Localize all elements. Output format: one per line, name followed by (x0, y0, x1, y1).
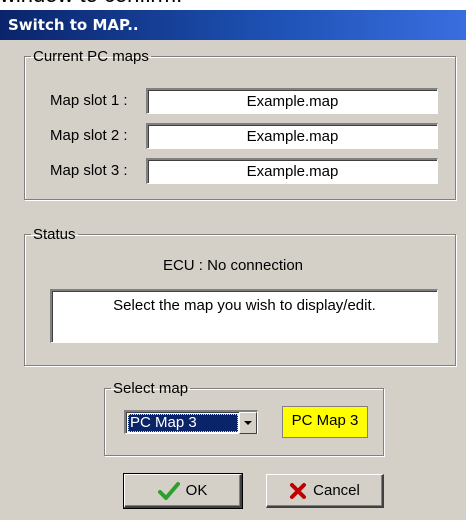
map-slot-1-field[interactable]: Example.map (146, 88, 438, 114)
current-maps-legend: Current PC maps (33, 48, 149, 65)
map-select-value: PC Map 3 (128, 414, 238, 432)
ecu-status: ECU : No connection (162, 257, 304, 274)
chevron-down-icon[interactable] (239, 412, 257, 434)
background-text: window to confirm. (0, 0, 182, 8)
dialog-body: Current PC maps Map slot 1 : Example.map… (0, 40, 466, 520)
selected-map-indicator: PC Map 3 (282, 406, 368, 438)
cancel-label: Cancel (313, 482, 360, 499)
ok-button[interactable]: OK (123, 473, 243, 509)
window-title: Switch to MAP.. (0, 10, 466, 40)
map-slot-2-field[interactable]: Example.map (146, 123, 438, 149)
cancel-button[interactable]: Cancel (266, 474, 384, 508)
map-select-dropdown[interactable]: PC Map 3 (124, 410, 258, 434)
map-slot-2-label: Map slot 2 : (50, 127, 128, 144)
select-map-legend: Select map (113, 380, 189, 397)
x-icon (289, 482, 307, 500)
status-message: Select the map you wish to display/edit. (50, 289, 438, 343)
checkmark-icon (157, 481, 180, 500)
status-legend: Status (33, 226, 76, 243)
map-slot-3-field[interactable]: Example.map (146, 158, 438, 184)
map-slot-3-label: Map slot 3 : (50, 162, 128, 179)
map-slot-1-label: Map slot 1 : (50, 92, 128, 109)
ok-label: OK (185, 482, 208, 499)
